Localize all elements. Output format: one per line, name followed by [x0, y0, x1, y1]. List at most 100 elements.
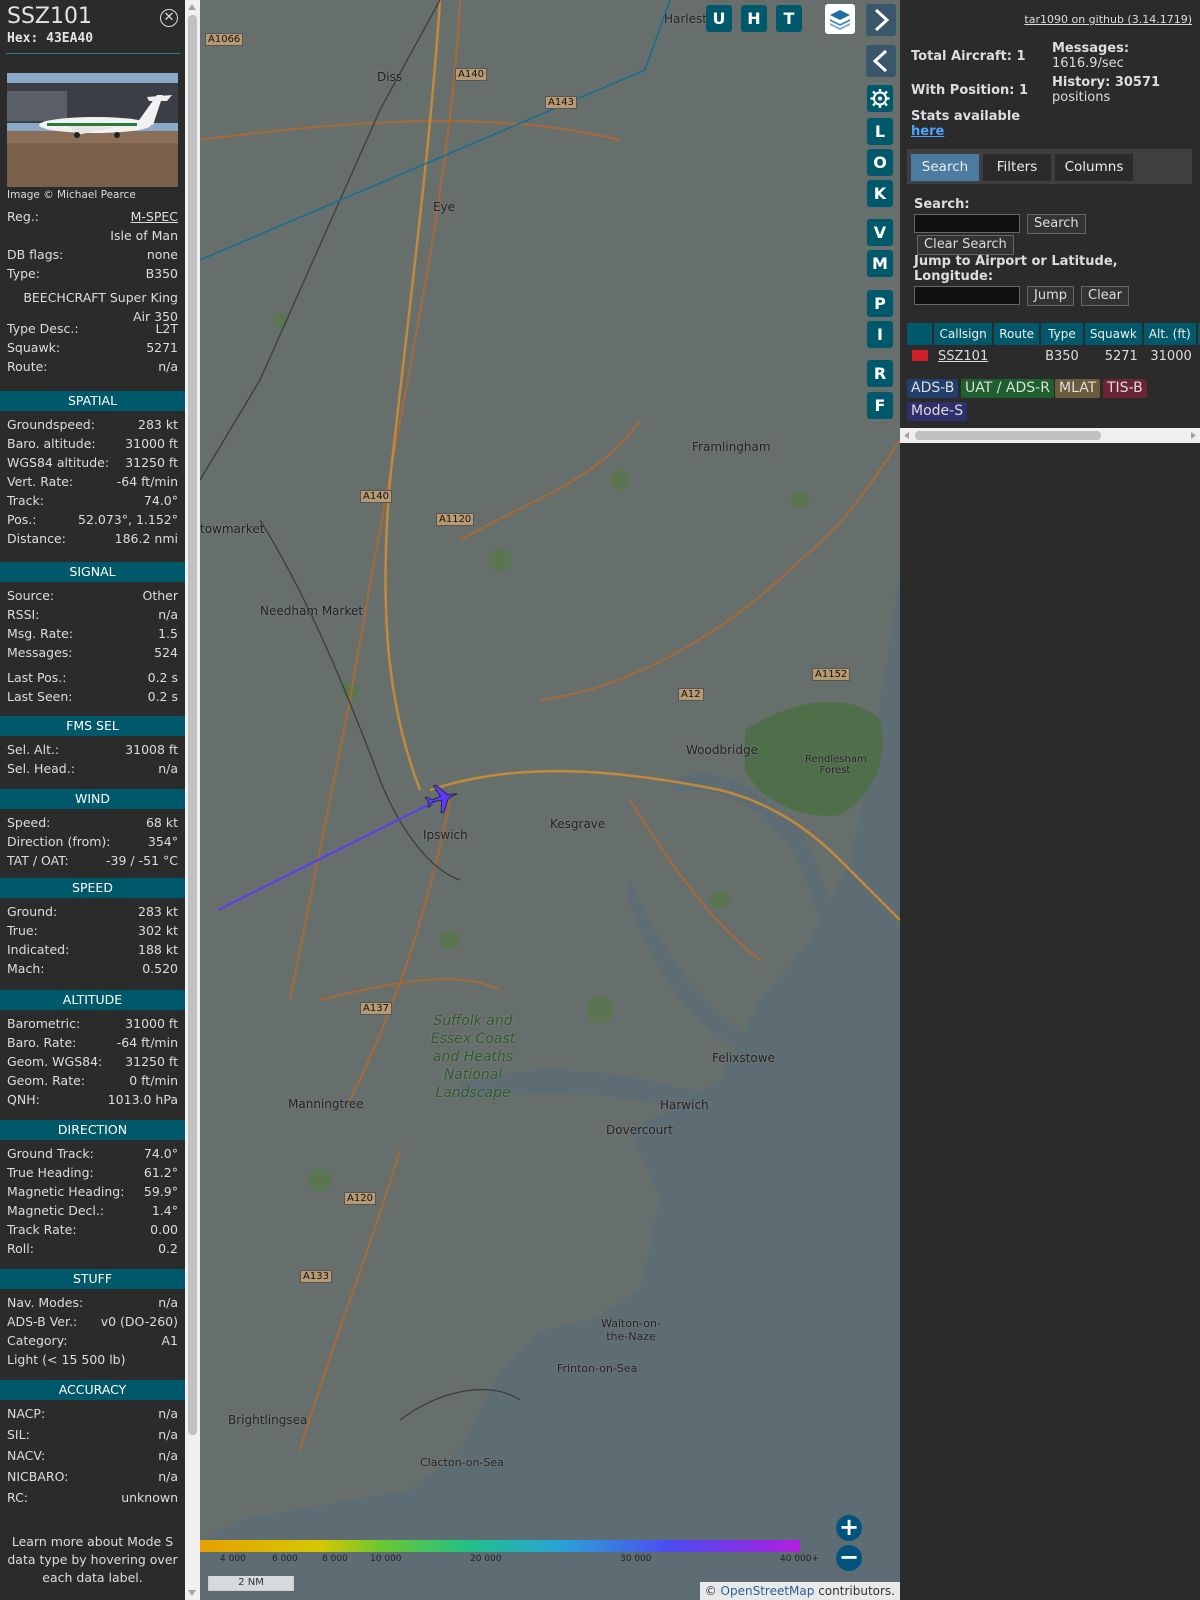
section-row: NACV: n/a — [7, 1448, 178, 1466]
map-button-m[interactable]: M — [867, 250, 893, 277]
expand-right-button[interactable] — [866, 4, 896, 36]
tab-columns[interactable]: Columns — [1055, 154, 1133, 181]
collapse-left-button[interactable] — [866, 45, 896, 77]
map-button-f[interactable]: F — [867, 392, 893, 419]
row-label: Light (< 15 500 lb) — [7, 1352, 126, 1367]
settings-button[interactable] — [867, 85, 893, 112]
registration-link[interactable]: M-SPEC — [131, 209, 178, 224]
scale-bar: 2 NM — [208, 1576, 294, 1591]
tab-bar: Search Filters Columns — [907, 149, 1192, 184]
source-tag-uat-ads-r[interactable]: UAT / ADS-R — [961, 379, 1054, 398]
chevron-left-icon — [872, 49, 888, 73]
row-label: Geom. WGS84: — [7, 1054, 103, 1069]
messages-value: 1616.9/sec — [1052, 56, 1124, 71]
source-tag-tis-b[interactable]: TIS-B — [1103, 379, 1147, 398]
map-button-r[interactable]: R — [867, 360, 893, 387]
row-value: 0.520 — [142, 961, 178, 976]
clear-search-button[interactable]: Clear Search — [917, 235, 1014, 255]
column-header[interactable]: Alt. (ft) — [1142, 323, 1198, 345]
row-value: 283 kt — [138, 417, 178, 432]
github-link[interactable]: tar1090 on github (3.14.1719) — [1024, 13, 1192, 26]
osm-link[interactable]: OpenStreetMap — [721, 1584, 815, 1598]
map-button-k[interactable]: K — [867, 180, 893, 207]
search-input[interactable] — [914, 214, 1020, 233]
section-row: Ground: 283 kt — [7, 904, 178, 922]
map-button-l[interactable]: L — [867, 118, 893, 145]
section-row: Sel. Alt.: 31008 ft — [7, 742, 178, 760]
total-aircraft: Total Aircraft: 1 — [911, 49, 1026, 64]
cell-callsign[interactable]: SSZ101 — [933, 345, 993, 367]
map-button-p[interactable]: P — [867, 290, 893, 317]
left-panel-scrollbar[interactable] — [185, 0, 200, 1600]
row-value: 52.073°, 1.152° — [78, 512, 178, 527]
map-button-i[interactable]: I — [867, 321, 893, 348]
history-label: History: 30571 — [1052, 75, 1161, 90]
messages-label: Messages: — [1052, 41, 1130, 56]
row-value: -64 ft/min — [116, 1035, 178, 1050]
map-place-label: Clacton-on-Sea — [420, 1456, 504, 1469]
clear-button[interactable]: Clear — [1081, 286, 1129, 306]
section-row: Sel. Head.: n/a — [7, 761, 178, 779]
stats-link[interactable]: here — [911, 124, 944, 139]
map-button-v[interactable]: V — [867, 219, 893, 246]
section-row: Msg. Rate: 1.5 — [7, 626, 178, 644]
row-label: Magnetic Heading: — [7, 1184, 125, 1199]
layers-button[interactable] — [825, 4, 855, 34]
map-view[interactable]: Harleston Diss Eye Framlingham towmarket Need… — [200, 0, 900, 1600]
with-position-text: With Position: 1 — [911, 83, 1029, 98]
source-tag-ads-b[interactable]: ADS-B — [907, 379, 959, 398]
row-value: n/a — [158, 1427, 178, 1442]
row-value: 31000 ft — [125, 1016, 178, 1031]
column-header[interactable]: Squawk — [1083, 323, 1144, 345]
table-row[interactable]: SSZ101 B350 5271 31000 — [907, 345, 1200, 367]
history-value: positions — [1052, 90, 1111, 105]
section-row: Indicated: 188 kt — [7, 942, 178, 960]
jump-button[interactable]: Jump — [1027, 286, 1074, 306]
row-value: Other — [142, 588, 179, 603]
section-row: Pos.: 52.073°, 1.152° — [7, 512, 178, 530]
map-attribution: © OpenStreetMap contributors. — [699, 1582, 900, 1600]
section-row: Magnetic Decl.: 1.4° — [7, 1203, 178, 1221]
close-icon[interactable]: ✕ — [160, 9, 178, 27]
map-button-o[interactable]: O — [867, 149, 893, 176]
scroll-down-icon[interactable] — [188, 1590, 196, 1596]
row-label: Geom. Rate: — [7, 1073, 86, 1088]
scroll-thumb[interactable] — [188, 15, 197, 1435]
tab-search[interactable]: Search — [911, 154, 979, 181]
section-row: Nav. Modes: n/a — [7, 1295, 178, 1313]
row-label: Last Seen: — [7, 689, 73, 704]
map-place-label: Ipswich — [423, 828, 468, 842]
jump-input[interactable] — [914, 286, 1020, 305]
column-header[interactable]: Route — [993, 323, 1042, 345]
column-header[interactable]: Type — [1040, 323, 1085, 345]
aircraft-photo[interactable] — [7, 73, 178, 187]
map-button-t[interactable]: T — [776, 5, 802, 32]
map-place-label: Rendlesham Forest — [805, 754, 867, 776]
map-button-h[interactable]: H — [741, 5, 767, 32]
row-value: 186.2 nmi — [114, 531, 178, 546]
zoom-in-button[interactable]: + — [836, 1515, 862, 1541]
row-value: 31000 ft — [125, 436, 178, 451]
column-header[interactable]: Callsign — [933, 323, 995, 345]
search-button[interactable]: Search — [1027, 214, 1086, 234]
row-value: 0.00 — [150, 1222, 178, 1237]
zoom-out-button[interactable]: − — [836, 1545, 862, 1571]
row-label: Magnetic Decl.: — [7, 1203, 105, 1218]
row-value: -64 ft/min — [116, 474, 178, 489]
source-tag-mlat[interactable]: MLAT — [1055, 379, 1101, 398]
table-hscroll[interactable] — [900, 428, 1200, 443]
section-header-wind: WIND — [0, 789, 185, 809]
road-label: A120 — [344, 1192, 376, 1205]
row-value: 1.5 — [158, 626, 178, 641]
scroll-up-icon[interactable] — [188, 4, 196, 10]
row-value: 0.2 — [158, 1241, 178, 1256]
column-header[interactable] — [907, 323, 934, 345]
road-label: A133 — [300, 1270, 332, 1283]
source-tag-mode-s[interactable]: Mode-S — [907, 402, 968, 421]
row-value: 31250 ft — [125, 455, 178, 470]
map-button-u[interactable]: U — [706, 5, 732, 32]
row-value: 524 — [154, 645, 178, 660]
row-value: 0.2 s — [147, 670, 178, 685]
row-label: Mach: — [7, 961, 45, 976]
tab-filters[interactable]: Filters — [983, 154, 1051, 181]
